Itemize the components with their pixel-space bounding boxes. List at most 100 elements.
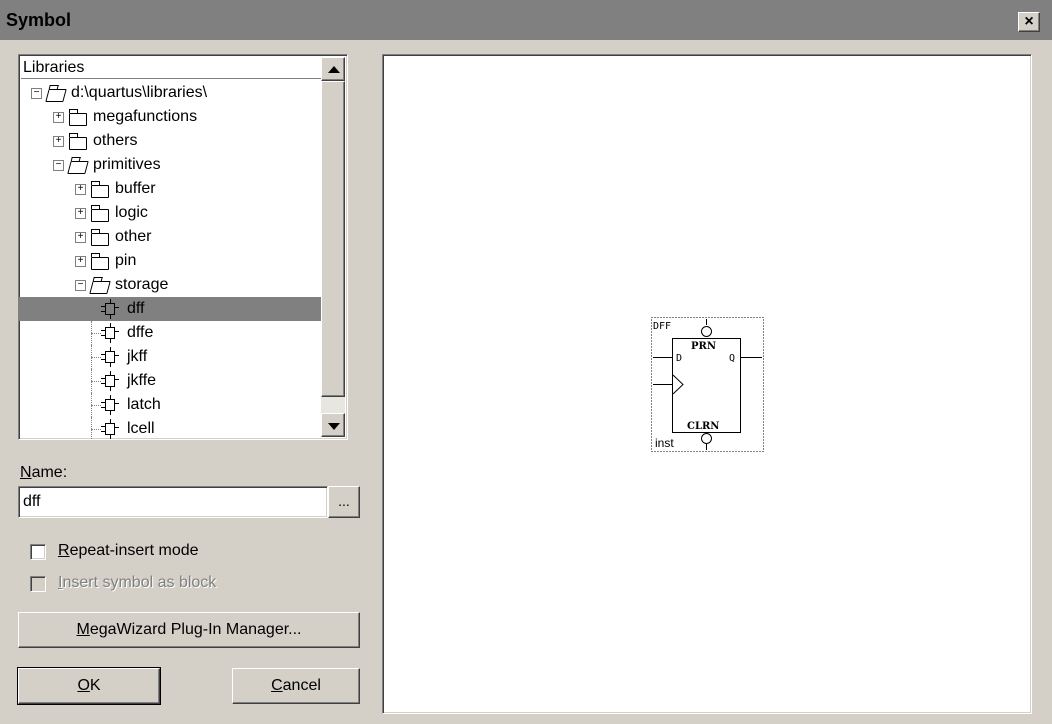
folder-icon: [68, 133, 87, 150]
tree-node-storage[interactable]: − storage: [19, 273, 319, 297]
symbol-icon: [101, 347, 119, 367]
tree-node-label: buffer: [115, 180, 156, 197]
d-label: D: [676, 353, 682, 364]
name-input[interactable]: [23, 493, 313, 511]
q-label: Q: [729, 353, 735, 364]
open-folder-icon: [89, 281, 111, 294]
tree-node-other[interactable]: + other: [19, 225, 319, 249]
tree-node-label: latch: [127, 396, 161, 413]
tree-node-label: d:\quartus\libraries\: [71, 84, 208, 101]
tree-node-label: dff: [127, 300, 145, 317]
tree-connector: [91, 345, 92, 369]
tree-node-jkff[interactable]: jkff: [19, 345, 319, 369]
tree-node-dffe[interactable]: dffe: [19, 321, 319, 345]
tree-node-pin[interactable]: + pin: [19, 249, 319, 273]
symbol-icon: [101, 323, 119, 343]
name-label: Name:: [20, 464, 68, 481]
tree-header: Libraries: [21, 57, 321, 79]
tree-node-label: megafunctions: [93, 108, 198, 125]
tree-node-label: storage: [115, 276, 169, 293]
megawizard-button[interactable]: MegaWizard Plug-In Manager...: [18, 612, 360, 648]
tree-node-buffer[interactable]: + buffer: [19, 177, 319, 201]
insert-as-block-checkbox[interactable]: [30, 576, 46, 592]
expand-icon[interactable]: +: [75, 232, 86, 243]
window-title: Symbol: [6, 10, 72, 30]
folder-icon: [90, 205, 109, 222]
folder-icon: [68, 109, 87, 126]
tree-connector: [91, 393, 92, 417]
folder-icon: [90, 181, 109, 198]
folder-icon: [90, 229, 109, 246]
tree-node-label: lcell: [127, 420, 155, 437]
symbol-preview: DFF PRN D Q CLRN inst: [382, 54, 1032, 714]
tree-node-label: jkff: [127, 348, 148, 365]
tree-connector: [91, 369, 92, 393]
arrow-up-icon: [328, 66, 340, 73]
tree-node-label: others: [93, 132, 138, 149]
tree-node-megafunctions[interactable]: + megafunctions: [19, 105, 319, 129]
tree-connector: [91, 333, 101, 334]
vertical-scrollbar[interactable]: [321, 57, 345, 437]
tree-connector: [91, 297, 92, 321]
scroll-down-button[interactable]: [321, 413, 345, 437]
tree-node-d-quartus-libraries[interactable]: − d:\quartus\libraries\: [19, 81, 319, 105]
libraries-tree[interactable]: Libraries − d:\quartus\libraries\ + megafun…: [18, 54, 348, 440]
cancel-button[interactable]: Cancel: [232, 668, 360, 704]
tree-node-dff[interactable]: dff: [19, 297, 321, 321]
arrow-down-icon: [328, 423, 340, 430]
ok-button[interactable]: OK: [17, 667, 161, 705]
symbol-icon: [101, 419, 119, 439]
expand-icon[interactable]: +: [75, 208, 86, 219]
clrn-bubble: [701, 433, 712, 444]
tree-node-primitives[interactable]: − primitives: [19, 153, 319, 177]
tree-connector: [91, 381, 101, 382]
repeat-insert-checkbox[interactable]: [30, 544, 46, 560]
expand-icon[interactable]: +: [75, 184, 86, 195]
repeat-insert-label[interactable]: Repeat-insert mode: [58, 542, 199, 560]
tree-connector: [91, 405, 101, 406]
scroll-up-button[interactable]: [321, 57, 345, 81]
tree-node-label: jkffe: [127, 372, 157, 389]
tree-node-label: primitives: [93, 156, 161, 173]
expand-icon[interactable]: +: [53, 112, 64, 123]
expand-icon[interactable]: +: [75, 256, 86, 267]
collapse-icon[interactable]: −: [53, 160, 64, 171]
open-folder-icon: [67, 161, 89, 174]
tree-connector: [91, 357, 101, 358]
tree-node-others[interactable]: + others: [19, 129, 319, 153]
tree-connector: [91, 321, 92, 345]
tree-node-logic[interactable]: + logic: [19, 201, 319, 225]
collapse-icon[interactable]: −: [75, 280, 86, 291]
symbol-icon: [101, 395, 119, 415]
symbol-icon: [101, 299, 119, 319]
name-field[interactable]: [18, 486, 328, 518]
scroll-thumb[interactable]: [321, 81, 345, 397]
collapse-icon[interactable]: −: [31, 88, 42, 99]
title-bar: Symbol ×: [0, 0, 1052, 40]
tree-node-label: logic: [115, 204, 148, 221]
clrn-label: CLRN: [687, 421, 719, 432]
prn-bubble: [701, 326, 712, 337]
browse-button[interactable]: ...: [328, 486, 360, 518]
close-button[interactable]: ×: [1018, 12, 1040, 32]
folder-icon: [90, 253, 109, 270]
prn-label: PRN: [691, 341, 716, 352]
tree-header-label: Libraries: [23, 59, 85, 76]
close-icon: ×: [1024, 13, 1034, 30]
instance-label: inst: [655, 436, 674, 450]
clock-triangle: [672, 374, 684, 395]
open-folder-icon: [45, 89, 67, 102]
expand-icon[interactable]: +: [53, 136, 64, 147]
insert-as-block-label[interactable]: Insert symbol as block: [58, 574, 216, 592]
tree-node-label: dffe: [127, 324, 154, 341]
symbol-name-label: DFF: [653, 321, 671, 332]
symbol-icon: [101, 371, 119, 391]
tree-node-latch[interactable]: latch: [19, 393, 319, 417]
tree-node-jkffe[interactable]: jkffe: [19, 369, 319, 393]
tree-connector: [91, 309, 101, 310]
tree-connector: [91, 429, 101, 430]
tree-node-label: pin: [115, 252, 137, 269]
dff-symbol-drawing: DFF PRN D Q CLRN inst: [651, 317, 764, 452]
tree-connector: [91, 417, 92, 439]
tree-node-lcell[interactable]: lcell: [19, 417, 319, 439]
